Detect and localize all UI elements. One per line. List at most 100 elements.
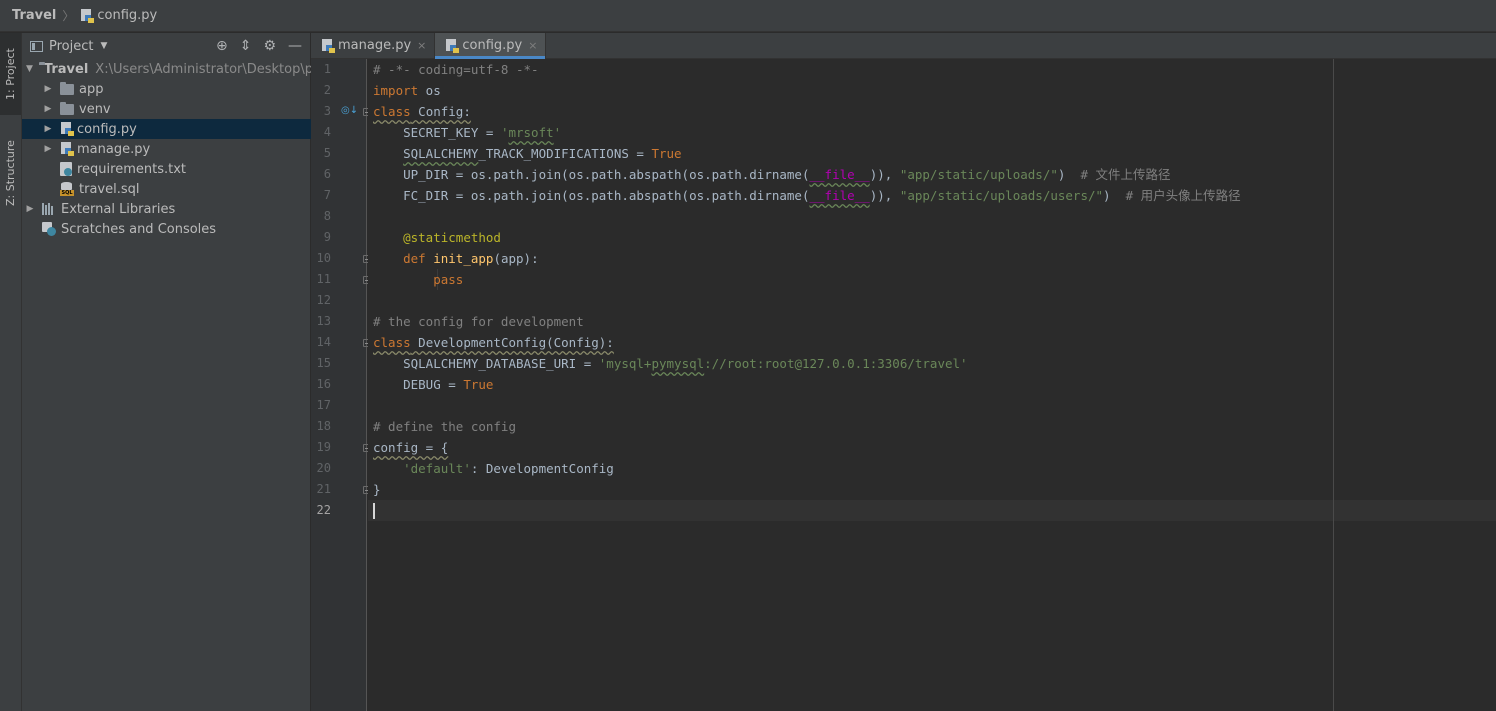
code-editor[interactable]: # -*- coding=utf-8 -*- import os class C…	[368, 59, 1496, 711]
tab-structure-toolwindow[interactable]: Z: Structure	[0, 125, 21, 221]
line-number: 4	[323, 125, 331, 139]
breadcrumb-separator: 〉	[62, 9, 75, 23]
chevron-right-icon[interactable]: ▶	[42, 104, 54, 114]
chevron-down-icon[interactable]: ▼	[26, 64, 33, 74]
tree-item-venv[interactable]: ▶ venv	[22, 99, 311, 119]
folder-icon	[60, 101, 74, 115]
line-number: 3	[323, 104, 331, 118]
tab-project-toolwindow[interactable]: 1: Project	[0, 33, 21, 115]
tree-item-label: Scratches and Consoles	[61, 221, 217, 237]
overridden-method-icon[interactable]: ◎↓	[341, 105, 358, 116]
line-number: 8	[323, 209, 331, 223]
sql-file-icon: SQL	[60, 182, 74, 196]
project-view-icon	[30, 40, 43, 52]
tab-label: manage.py	[338, 38, 412, 53]
tree-item-scratches[interactable]: Scratches and Consoles	[22, 219, 311, 239]
code-line: SECRET_KEY = 'mrsoft'	[373, 125, 562, 140]
project-panel: Project ▼ ⊕ ⇕ ⚙ — ▼ Travel X:\Users\Admi…	[22, 33, 311, 711]
libraries-icon	[42, 203, 56, 215]
line-number: 20	[316, 461, 331, 475]
code-line: config = {	[373, 440, 449, 455]
code-line: FC_DIR = os.path.join(os.path.abspath(os…	[373, 188, 1241, 203]
python-file-icon	[80, 8, 95, 23]
line-number: 2	[323, 83, 331, 97]
tab-label: config.py	[462, 38, 523, 53]
chevron-down-icon[interactable]: ▼	[100, 41, 107, 51]
code-line: @staticmethod	[403, 230, 501, 245]
gear-icon[interactable]: ⚙	[263, 38, 276, 54]
line-number: 17	[316, 398, 331, 412]
project-panel-title[interactable]: Project	[49, 39, 93, 54]
chevron-right-icon[interactable]: ▶	[24, 204, 36, 214]
tab-config-py[interactable]: config.py ×	[435, 33, 547, 59]
close-icon[interactable]: ×	[417, 39, 426, 52]
chevron-right-icon[interactable]: ▶	[42, 144, 54, 154]
code-comment: # define the config	[373, 419, 516, 434]
python-file-icon	[60, 122, 74, 136]
tree-item-label: External Libraries	[61, 201, 176, 217]
line-number: 5	[323, 146, 331, 160]
code-line: pass	[433, 272, 464, 287]
code-line: }	[373, 482, 381, 497]
breadcrumb-root[interactable]: Travel	[12, 8, 56, 23]
chevron-right-icon[interactable]: ▶	[42, 84, 54, 94]
code-line: SQLALCHEMY_DATABASE_URI = 'mysql+pymysql…	[373, 356, 968, 371]
code-comment: # -*- coding=utf-8 -*-	[373, 62, 539, 77]
code-line: # -*- coding=utf-8 -*-	[368, 59, 1496, 80]
folder-icon	[60, 81, 74, 95]
code-comment: # the config for development	[373, 314, 584, 329]
tree-item-external-libraries[interactable]: ▶ External Libraries	[22, 199, 311, 219]
scratches-icon	[42, 222, 56, 236]
tree-item-config-py[interactable]: ▶ config.py	[22, 119, 311, 139]
line-number: 11	[316, 272, 331, 286]
tree-item-label: manage.py	[77, 141, 151, 157]
line-number: 15	[316, 356, 331, 370]
right-margin-guide	[1333, 59, 1334, 711]
code-line: SQLALCHEMY_TRACK_MODIFICATIONS = True	[403, 146, 682, 161]
tab-project-label: 1: Project	[4, 48, 17, 100]
tree-item-label: venv	[79, 101, 111, 117]
code-line: import os	[373, 83, 441, 98]
breadcrumb: Travel 〉 config.py	[0, 0, 1496, 32]
line-number: 13	[316, 314, 331, 328]
code-line: 'default': DevelopmentConfig	[403, 461, 614, 476]
line-number: 19	[316, 440, 331, 454]
hide-panel-icon[interactable]: —	[288, 38, 302, 54]
tree-item-label: requirements.txt	[77, 161, 187, 177]
tree-item-label: app	[79, 81, 104, 97]
line-number: 7	[323, 188, 331, 202]
locate-icon[interactable]: ⊕	[216, 38, 228, 54]
tree-item-path: X:\Users\Administrator\Desktop\py	[95, 61, 311, 77]
python-file-icon	[445, 38, 460, 53]
breadcrumb-file[interactable]: config.py	[97, 8, 157, 23]
editor-gutter[interactable]: 1 2 3 4 5 6 7 8 9 10 11 12 13 14 15 16 1…	[311, 59, 371, 711]
project-panel-toolbar: ⊕ ⇕ ⚙ —	[216, 33, 302, 59]
line-number: 22	[316, 503, 331, 517]
tree-item-manage-py[interactable]: ▶ manage.py	[22, 139, 311, 159]
code-line: # define the config	[368, 416, 1496, 437]
close-icon[interactable]: ×	[528, 39, 537, 52]
tree-item-travel[interactable]: ▼ Travel X:\Users\Administrator\Desktop\…	[22, 59, 311, 79]
line-number: 10	[316, 251, 331, 265]
tree-item-travel-sql[interactable]: SQL travel.sql	[22, 179, 311, 199]
tree-item-app[interactable]: ▶ app	[22, 79, 311, 99]
code-line: def init_app(app):	[403, 251, 539, 266]
line-number: 18	[316, 419, 331, 433]
chevron-right-icon[interactable]: ▶	[42, 124, 54, 134]
code-line-current	[368, 500, 1496, 521]
line-number: 12	[316, 293, 331, 307]
tree-item-label: travel.sql	[79, 181, 140, 197]
line-number: 21	[316, 482, 331, 496]
tab-manage-py[interactable]: manage.py ×	[311, 33, 436, 58]
line-number: 6	[323, 167, 331, 181]
line-number: 14	[316, 335, 331, 349]
collapse-all-icon[interactable]: ⇕	[240, 38, 252, 54]
code-line: # the config for development	[368, 311, 1496, 332]
project-tree: ▼ Travel X:\Users\Administrator\Desktop\…	[22, 59, 311, 239]
code-line: UP_DIR = os.path.join(os.path.abspath(os…	[373, 167, 1171, 182]
tree-item-requirements[interactable]: requirements.txt	[22, 159, 311, 179]
tree-item-label: config.py	[77, 121, 137, 137]
code-line: class DevelopmentConfig(Config):	[373, 335, 614, 350]
line-number: 9	[323, 230, 331, 244]
python-file-icon	[60, 142, 74, 156]
